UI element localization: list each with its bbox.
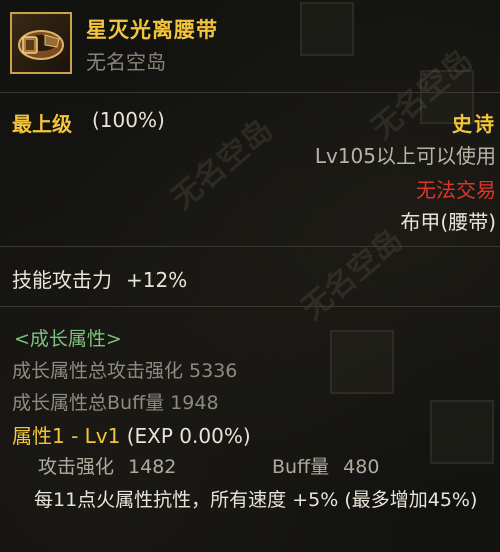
stat-value: +12% <box>126 268 188 292</box>
background-decoration <box>430 400 494 464</box>
attribute-header: 属性1 - Lv1 (EXP 0.00%) <box>12 420 251 449</box>
growth-total-buff: 成长属性总Buff量 1948 <box>12 392 219 414</box>
grade-label: 最上级 <box>12 112 72 136</box>
item-subtitle: 无名空岛 <box>86 50 166 74</box>
level-requirement: Lv105以上可以使用 <box>314 144 496 168</box>
attribute-effect: 每11点火属性抗性，所有速度 +5% (最多增加45%) <box>34 489 478 511</box>
item-tooltip: 无名空岛 无名空岛 无名空岛 星灭光离腰带 无名空岛 最上级 (100%) 史诗… <box>0 0 500 552</box>
background-decoration <box>330 330 394 394</box>
equipment-type: 布甲(腰带) <box>400 210 496 234</box>
divider <box>0 246 500 247</box>
buff-label: Buff量 <box>272 456 330 478</box>
item-name: 星灭光离腰带 <box>86 18 218 42</box>
growth-title: <成长属性> <box>14 328 122 350</box>
attack-enhance-label: 攻击强化 <box>38 456 115 478</box>
skill-attack-stat: 技能攻击力 +12% <box>12 264 187 293</box>
divider <box>0 306 500 307</box>
attribute-name: 属性1 <box>12 424 65 448</box>
attack-enhance-row: 攻击强化 1482 <box>38 452 176 479</box>
background-decoration <box>300 2 354 56</box>
grade-percent: (100%) <box>92 108 165 132</box>
growth-total-attack: 成长属性总攻击强化 5336 <box>12 360 238 382</box>
divider <box>0 92 500 93</box>
trade-status: 无法交易 <box>416 178 496 202</box>
attribute-exp: (EXP 0.00%) <box>126 424 251 448</box>
rarity-label: 史诗 <box>452 112 496 136</box>
watermark: 无名空岛 <box>165 112 280 217</box>
belt-icon <box>18 30 64 60</box>
attack-enhance-value: 1482 <box>128 456 177 478</box>
buff-value: 480 <box>343 456 380 478</box>
stat-label: 技能攻击力 <box>12 268 112 292</box>
buff-row: Buff量 480 <box>272 452 379 479</box>
watermark: 无名空岛 <box>295 222 410 327</box>
item-icon-frame[interactable] <box>10 12 72 74</box>
attribute-level: - Lv1 <box>71 424 121 448</box>
